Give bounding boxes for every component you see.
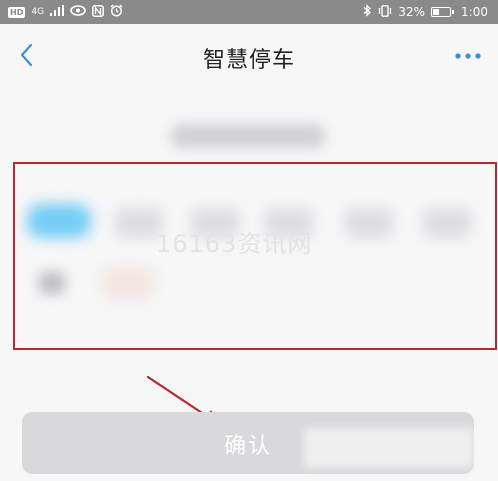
confirm-button[interactable]: 确认 [22, 412, 474, 474]
annotation-arrow-icon [146, 375, 220, 425]
confirm-label: 确认 [223, 434, 272, 459]
